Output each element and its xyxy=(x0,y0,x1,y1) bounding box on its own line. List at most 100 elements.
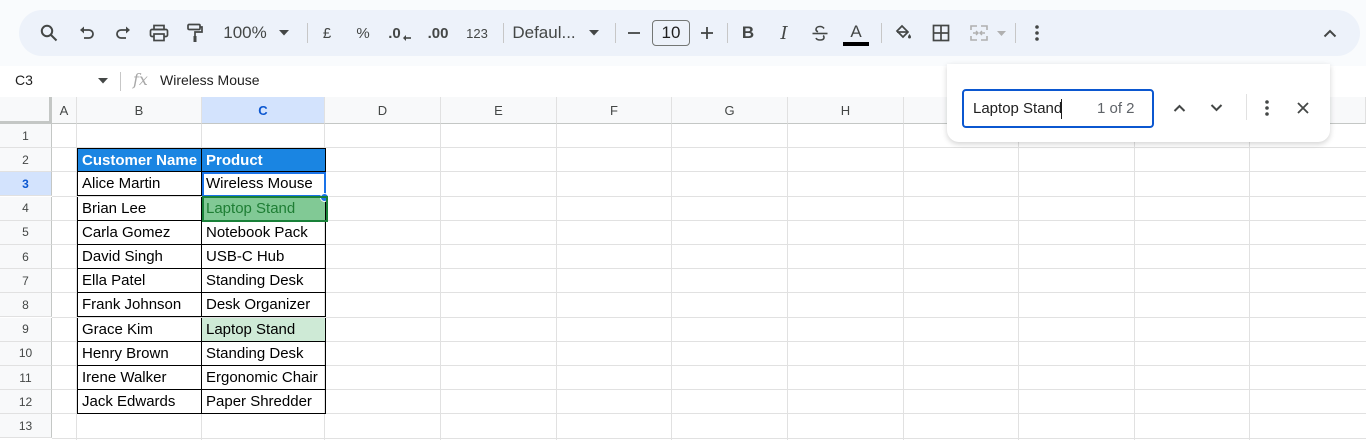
row-header-3[interactable]: 3 xyxy=(0,172,52,197)
italic-button[interactable]: I xyxy=(771,10,797,56)
table-header-cell[interactable]: Product xyxy=(202,148,326,173)
table-header-cell[interactable]: Customer Name xyxy=(77,148,202,173)
currency-label: £ xyxy=(322,24,332,42)
table-cell[interactable]: USB-C Hub xyxy=(202,245,326,269)
table-cell[interactable]: Frank Johnson xyxy=(77,293,202,318)
decrease-decimal-label: .0 xyxy=(388,24,401,42)
font-select[interactable]: Defaul... xyxy=(511,10,577,56)
toolbar: 100% £ % .0 .00 123 Defaul... 10 B I A xyxy=(19,10,1360,56)
font-dropdown-icon[interactable] xyxy=(587,10,601,56)
table-cell[interactable]: Laptop Stand xyxy=(202,196,326,221)
font-size-input[interactable]: 10 xyxy=(652,20,690,46)
table-cell[interactable]: Notebook Pack xyxy=(202,220,326,245)
column-header-c[interactable]: C xyxy=(202,97,325,124)
table-cell[interactable]: Ella Patel xyxy=(77,269,202,294)
column-header-h[interactable]: H xyxy=(788,97,904,124)
row-header-13[interactable]: 13 xyxy=(0,414,52,439)
paint-format-icon[interactable] xyxy=(181,10,209,56)
table-cell[interactable]: Alice Martin xyxy=(77,172,202,197)
merge-dropdown-icon[interactable] xyxy=(995,10,1007,56)
toolbar-divider xyxy=(881,23,882,43)
table-cell[interactable]: Desk Organizer xyxy=(202,293,326,318)
undo-icon[interactable] xyxy=(73,10,101,56)
currency-button[interactable]: £ xyxy=(315,10,339,56)
more-formats-label: 123 xyxy=(466,25,488,41)
toolbar-area: 100% £ % .0 .00 123 Defaul... 10 B I A xyxy=(0,0,1366,66)
zoom-dropdown-icon[interactable] xyxy=(277,10,291,56)
more-vert-icon[interactable] xyxy=(1025,10,1049,56)
column-header-f[interactable]: F xyxy=(557,97,672,124)
row-header-5[interactable]: 5 xyxy=(0,220,52,245)
table-cell[interactable]: Paper Shredder xyxy=(202,390,326,415)
find-input[interactable]: Laptop Stand 1 of 2 xyxy=(962,89,1154,128)
fill-color-icon[interactable] xyxy=(889,10,917,56)
name-box-dropdown-icon[interactable] xyxy=(98,78,108,84)
table-cell[interactable]: Wireless Mouse xyxy=(202,172,326,197)
row-header-12[interactable]: 12 xyxy=(0,390,52,415)
text-color-swatch xyxy=(843,41,869,46)
name-box[interactable]: C3 xyxy=(15,72,33,88)
font-name: Defaul... xyxy=(512,23,576,42)
column-header-g[interactable]: G xyxy=(672,97,788,124)
search-menus-icon[interactable] xyxy=(35,10,63,56)
fill-handle[interactable] xyxy=(320,193,329,202)
row-header-1[interactable]: 1 xyxy=(0,124,52,148)
column-header-b[interactable]: B xyxy=(77,97,202,124)
table-cell[interactable]: Irene Walker xyxy=(77,366,202,390)
borders-icon[interactable] xyxy=(927,10,955,56)
close-find-icon[interactable] xyxy=(1287,92,1319,124)
column-header-e[interactable]: E xyxy=(441,97,557,124)
row-header-9[interactable]: 9 xyxy=(0,317,52,342)
font-size-value: 10 xyxy=(661,23,681,42)
increase-decimal-button[interactable]: .00 xyxy=(421,10,455,56)
find-options-icon[interactable] xyxy=(1251,92,1283,124)
row-header-8[interactable]: 8 xyxy=(0,293,52,318)
percent-button[interactable]: % xyxy=(351,10,375,56)
select-all-corner[interactable] xyxy=(0,97,52,124)
row-header-11[interactable]: 11 xyxy=(0,366,52,390)
decrease-decimal-button[interactable]: .0 xyxy=(385,10,415,56)
find-query[interactable]: Laptop Stand xyxy=(973,100,1062,117)
row-header-10[interactable]: 10 xyxy=(0,341,52,366)
table-cell[interactable]: Brian Lee xyxy=(77,196,202,221)
bold-button[interactable]: B xyxy=(735,10,761,56)
text-color-label: A xyxy=(850,21,862,41)
table-cell[interactable]: Standing Desk xyxy=(202,341,326,366)
row-header-7[interactable]: 7 xyxy=(0,269,52,294)
row-header-4[interactable]: 4 xyxy=(0,196,52,221)
formula-input[interactable]: Wireless Mouse xyxy=(160,72,260,88)
find-divider xyxy=(1246,94,1247,120)
bold-label: B xyxy=(741,23,755,42)
increase-font-size-icon[interactable] xyxy=(696,10,718,56)
redo-icon[interactable] xyxy=(109,10,137,56)
previous-match-icon[interactable] xyxy=(1163,92,1195,124)
toolbar-divider xyxy=(503,23,504,43)
column-header-d[interactable]: D xyxy=(325,97,441,124)
print-icon[interactable] xyxy=(145,10,173,56)
row-header-2[interactable]: 2 xyxy=(0,148,52,173)
merge-cells-icon[interactable] xyxy=(965,10,993,56)
zoom-select[interactable]: 100% xyxy=(219,10,271,56)
next-match-icon[interactable] xyxy=(1200,92,1232,124)
toolbar-divider xyxy=(307,23,308,43)
arrow-left-icon xyxy=(402,35,411,41)
column-header-a[interactable]: A xyxy=(52,97,77,124)
collapse-toolbar-icon[interactable] xyxy=(1317,10,1343,56)
table-cell[interactable]: David Singh xyxy=(77,245,202,269)
table-cell[interactable]: Standing Desk xyxy=(202,269,326,294)
table-cell[interactable]: Jack Edwards xyxy=(77,390,202,415)
increase-decimal-label: .00 xyxy=(427,24,449,42)
fx-icon: fx xyxy=(133,70,148,89)
decrease-font-size-icon[interactable] xyxy=(623,10,645,56)
more-formats-button[interactable]: 123 xyxy=(459,10,495,56)
table-cell[interactable]: Laptop Stand xyxy=(202,317,326,342)
table-cell[interactable]: Grace Kim xyxy=(77,317,202,342)
toolbar-divider xyxy=(615,23,616,43)
table-cell[interactable]: Ergonomic Chair xyxy=(202,366,326,390)
table-cell[interactable]: Carla Gomez xyxy=(77,220,202,245)
text-color-button[interactable]: A xyxy=(842,10,870,56)
toolbar-divider xyxy=(1015,23,1016,43)
strikethrough-icon[interactable] xyxy=(807,10,833,56)
row-header-6[interactable]: 6 xyxy=(0,245,52,269)
table-cell[interactable]: Henry Brown xyxy=(77,341,202,366)
